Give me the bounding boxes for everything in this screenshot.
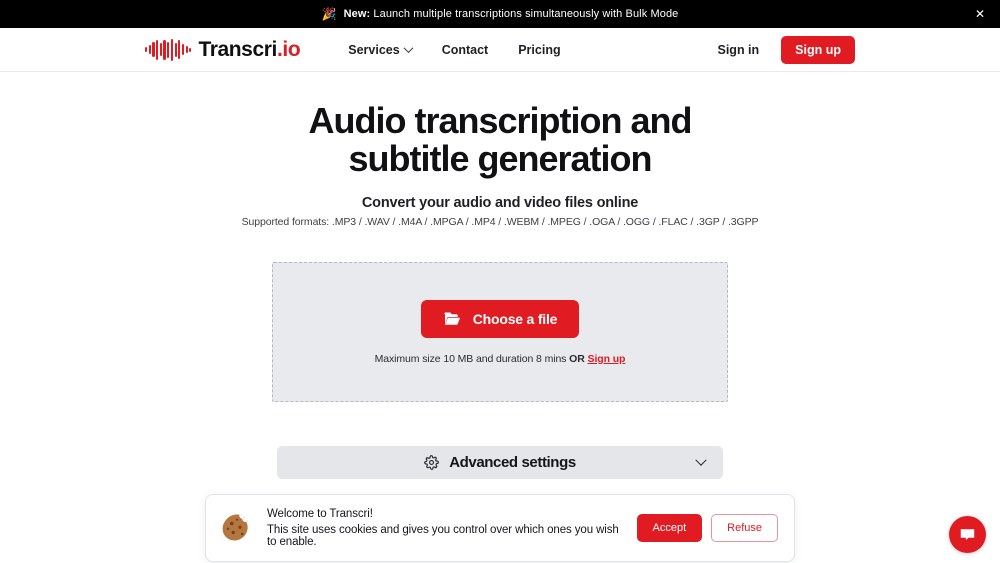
gear-icon xyxy=(424,455,440,471)
sign-in-link[interactable]: Sign in xyxy=(718,43,760,57)
file-dropzone[interactable]: Choose a file Maximum size 10 MB and dur… xyxy=(272,262,728,403)
sign-up-button[interactable]: Sign up xyxy=(781,35,855,64)
cookie-description: This site uses cookies and gives you con… xyxy=(267,524,619,548)
cookie-consent-banner: Welcome to Transcri! This site uses cook… xyxy=(205,494,795,562)
close-icon[interactable]: ✕ xyxy=(972,6,988,22)
folder-icon xyxy=(443,312,460,326)
advanced-settings-label: Advanced settings xyxy=(449,454,576,472)
dropzone-signup-link[interactable]: Sign up xyxy=(588,353,626,365)
advanced-settings-content: Advanced settings xyxy=(424,454,576,471)
nav-label-services: Services xyxy=(348,42,400,57)
nav-label-contact: Contact xyxy=(441,42,489,57)
nav-item-pricing[interactable]: Pricing xyxy=(518,43,560,57)
brand-logo[interactable]: Transcri.io xyxy=(145,38,301,62)
nav-item-services[interactable]: Services xyxy=(348,42,414,57)
chevron-down-icon xyxy=(695,454,707,466)
header-actions: Sign in Sign up xyxy=(718,35,855,64)
supported-formats-text: Supported formats: .MP3 / .WAV / .M4A / … xyxy=(241,216,759,229)
dropzone-note: Maximum size 10 MB and duration 8 mins O… xyxy=(375,353,626,365)
main-content: Audio transcription and subtitle generat… xyxy=(0,72,1000,480)
nav-label-pricing: Pricing xyxy=(518,42,561,57)
chat-widget-button[interactable] xyxy=(949,516,986,553)
brand-name: Transcri.io xyxy=(198,38,300,62)
main-navigation: Services Contact Pricing xyxy=(348,43,560,57)
site-header: Transcri.io Services Contact Pricing Sig… xyxy=(0,28,1000,72)
page-title: Audio transcription and subtitle generat… xyxy=(308,100,692,180)
brand-name-text: Transcri xyxy=(198,37,277,61)
choose-file-label: Choose a file xyxy=(472,310,558,327)
advanced-settings-toggle[interactable]: Advanced settings xyxy=(277,446,723,480)
announcement-message: Launch multiple transcriptions simultane… xyxy=(370,8,679,20)
brand-suffix: .io xyxy=(276,37,301,61)
announcement-content: 🎉 New: Launch multiple transcriptions si… xyxy=(322,8,679,20)
audio-waveform-icon xyxy=(145,38,192,61)
announcement-badge: New: xyxy=(343,8,371,20)
cookie-message: Welcome to Transcri! This site uses cook… xyxy=(267,508,622,548)
nav-item-contact[interactable]: Contact xyxy=(442,43,489,57)
refuse-cookies-button[interactable]: Refuse xyxy=(711,514,778,542)
dropzone-or-text: OR xyxy=(569,352,585,365)
announcement-text: New: Launch multiple transcriptions simu… xyxy=(344,8,679,20)
chat-bubble-icon xyxy=(960,529,975,541)
accept-cookies-button[interactable]: Accept xyxy=(636,514,703,542)
cookie-actions: Accept Refuse xyxy=(636,514,778,542)
party-popper-icon: 🎉 xyxy=(321,7,337,21)
cookie-title: Welcome to Transcri! xyxy=(267,508,373,520)
chevron-down-icon xyxy=(403,43,414,54)
hero-subtitle: Convert your audio and video files onlin… xyxy=(361,195,639,212)
cookie-icon xyxy=(222,514,249,541)
dropzone-limit-text: Maximum size 10 MB and duration 8 mins xyxy=(374,352,570,365)
choose-file-button[interactable]: Choose a file xyxy=(420,299,580,338)
announcement-banner: 🎉 New: Launch multiple transcriptions si… xyxy=(0,0,1000,28)
